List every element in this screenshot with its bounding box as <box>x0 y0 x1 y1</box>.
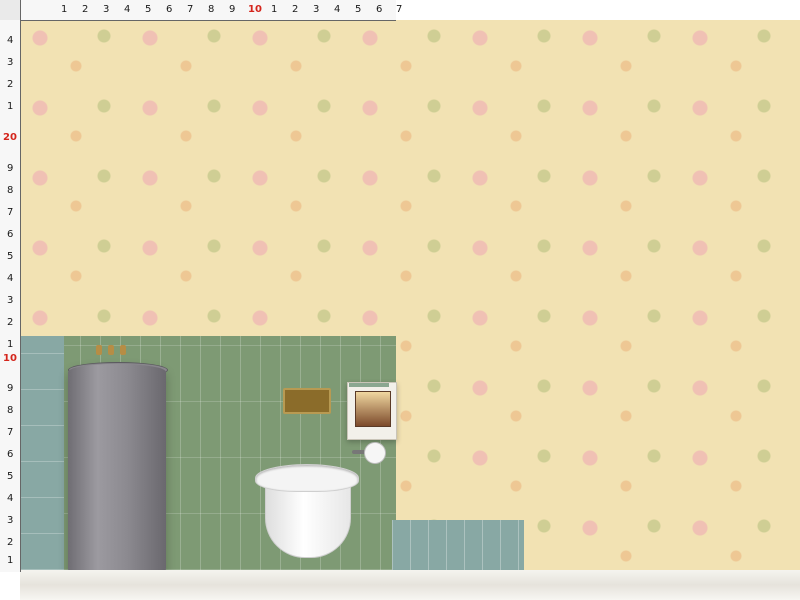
wall-hung-toilet <box>255 464 359 560</box>
blue-tile-strip <box>20 336 64 570</box>
marble-floor <box>20 570 800 600</box>
toilet-paper-holder <box>352 442 386 466</box>
ruler-corner <box>0 0 20 20</box>
picture-image <box>355 391 391 427</box>
brass-faucet-icon <box>96 345 134 355</box>
blue-tile-block <box>392 520 524 570</box>
ruler-top: 1 2 3 4 5 6 7 8 9 10 1 2 3 4 5 6 7 <box>20 0 402 21</box>
flush-plate-button <box>283 388 331 414</box>
toilet-paper-roll <box>364 442 386 464</box>
concrete-pedestal-basin <box>68 364 166 578</box>
toilet-bowl <box>265 482 351 558</box>
toilet-lid <box>255 464 359 492</box>
ruler-left: 4 3 2 1 20 9 8 7 6 5 4 3 2 1 10 9 8 7 6 … <box>0 0 21 572</box>
framed-picture <box>347 382 397 440</box>
